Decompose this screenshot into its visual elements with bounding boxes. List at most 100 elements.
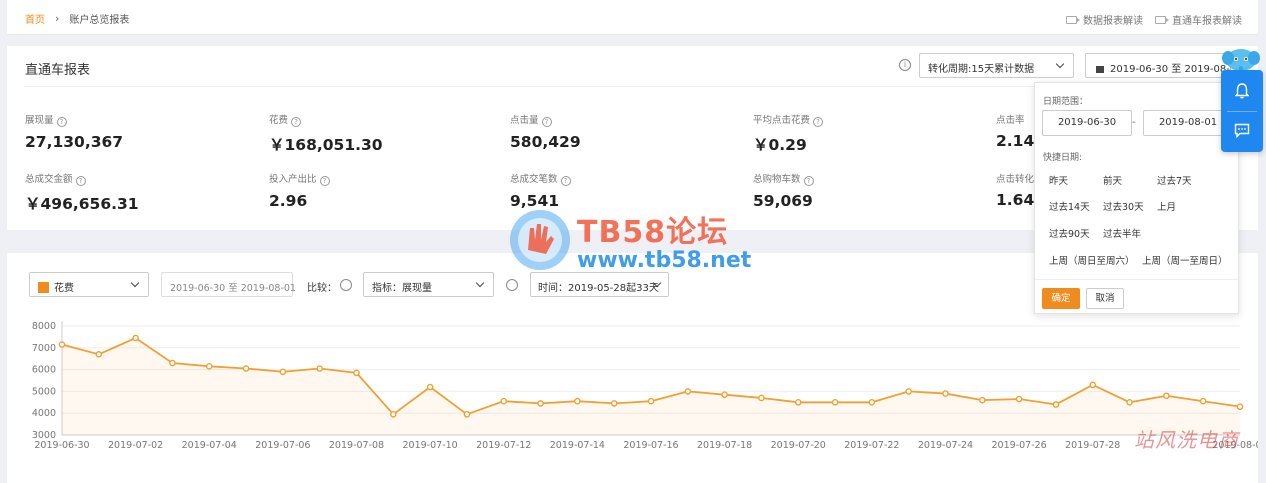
metric-impressions: 展现量? 27,130,367: [25, 112, 123, 151]
data-point: [1163, 392, 1170, 400]
quick-dates-label: 快捷日期:: [1043, 153, 1083, 163]
confirm-button[interactable]: 确定: [1042, 288, 1080, 309]
data-point: [684, 388, 692, 395]
metric-avg-cpc: 平均点击花费? ￥0.29: [753, 112, 824, 155]
help-icon[interactable]: ?: [56, 117, 67, 127]
x-tick-label: 2019-07-22: [844, 440, 899, 451]
quick-date-yesterday[interactable]: 昨天: [1049, 173, 1068, 187]
metric-total-orders: 总成交笔数? 9,541: [510, 171, 571, 210]
quick-date-last-week-mon[interactable]: 上周（周一至周日）: [1142, 253, 1228, 267]
x-tick-label: 2019-07-04: [182, 440, 237, 451]
data-point: [574, 397, 581, 405]
data-point: [758, 394, 765, 402]
date-range-label: 日期范围：: [1043, 97, 1089, 107]
metric-value: 1.64: [996, 191, 1035, 209]
metric-value: ￥496,656.31: [25, 195, 139, 213]
end-date-input[interactable]: 2019-08-01: [1143, 110, 1233, 136]
data-report-guide-label: 数据报表解读: [1083, 16, 1143, 27]
help-icon[interactable]: ?: [560, 176, 571, 186]
data-point: [58, 341, 66, 348]
data-point: [1089, 381, 1097, 389]
metric-label: 总成交金额: [25, 174, 73, 185]
video-icon: [1155, 15, 1169, 24]
data-point: [1126, 398, 1133, 406]
quick-date-last-week-sun[interactable]: 上周（周日至周六）: [1049, 253, 1135, 267]
help-icon[interactable]: ?: [291, 117, 302, 127]
chevron-down-icon: [1055, 59, 1065, 69]
date-range-button[interactable]: 2019-06-30 至 2019-08-01: [1085, 53, 1231, 78]
metric-roi: 投入产出比? 2.96: [269, 171, 330, 210]
y-tick-label: 4000: [32, 408, 56, 419]
y-tick-label: 5000: [32, 386, 56, 397]
metric-label: 平均点击花费: [753, 115, 811, 126]
quick-date-day-before[interactable]: 前天: [1103, 173, 1122, 187]
data-report-guide-link[interactable]: 数据报表解读: [1066, 12, 1143, 27]
data-point: [831, 398, 839, 406]
metric-total-cart: 总购物车数? 59,069: [753, 171, 814, 210]
breadcrumb: 首页 › 账户总览报表: [25, 11, 129, 26]
breadcrumb-home-link[interactable]: 首页: [25, 11, 45, 26]
metric-ctr: 点击率 2.14: [996, 112, 1034, 150]
data-point: [1052, 401, 1060, 408]
start-date-input[interactable]: 2019-06-30: [1042, 110, 1132, 136]
data-point: [316, 365, 323, 372]
data-point: [463, 410, 471, 418]
quick-date-last-month[interactable]: 上月: [1157, 199, 1176, 213]
metric-value: 580,429: [510, 133, 581, 151]
series-area: [62, 337, 1240, 435]
data-point: [1236, 403, 1244, 410]
data-point: [942, 390, 949, 397]
help-icon[interactable]: ?: [541, 117, 552, 127]
x-tick-label: 2019-07-18: [697, 440, 752, 451]
metric-label: 总成交笔数: [510, 174, 558, 185]
metric-value: 27,130,367: [25, 133, 124, 151]
help-icon[interactable]: ?: [319, 176, 330, 186]
data-point: [868, 398, 876, 406]
quick-date-last-7[interactable]: 过去7天: [1157, 173, 1192, 187]
breadcrumb-chevron-icon: ›: [55, 12, 60, 25]
help-icon[interactable]: ?: [813, 117, 824, 127]
watermark-url: www.tb58.net: [577, 248, 752, 273]
x-tick-label: 2019-07-08: [329, 440, 384, 451]
info-icon[interactable]: i: [899, 59, 911, 71]
help-icon[interactable]: ?: [803, 176, 814, 186]
quick-date-last-14[interactable]: 过去14天: [1049, 199, 1090, 213]
metric-cost: 花费? ￥168,051.30: [269, 112, 383, 155]
quick-date-last-90[interactable]: 过去90天: [1049, 226, 1090, 240]
metric-value: ￥168,051.30: [269, 136, 383, 154]
x-tick-label: 2019-07-02: [108, 440, 163, 451]
metric-total-gmv: 总成交金额? ￥496,656.31: [25, 171, 139, 214]
video-icon: [1066, 15, 1080, 24]
bell-icon[interactable]: [1235, 83, 1249, 99]
metric-value: 59,069: [753, 192, 813, 210]
data-point: [279, 368, 287, 376]
metric-clicks: 点击量? 580,429: [510, 112, 581, 151]
date-separator: -: [1132, 117, 1136, 128]
metric-value: 2.96: [269, 192, 308, 210]
top-links: 数据报表解读 直通车报表解读: [1066, 12, 1242, 27]
metric-label: 点击量: [510, 115, 539, 126]
tb58-logo-watermark: [510, 210, 570, 270]
help-icon[interactable]: ?: [75, 176, 86, 186]
report-title: 直通车报表: [25, 63, 91, 78]
chat-icon[interactable]: [1234, 123, 1250, 138]
cancel-button[interactable]: 取消: [1086, 288, 1124, 309]
metric-click-conversion: 点击转化 1.64: [996, 171, 1034, 209]
divider: [1035, 279, 1238, 280]
quick-date-last-30[interactable]: 过去30天: [1103, 199, 1144, 213]
data-point: [242, 365, 250, 372]
conversion-period-select[interactable]: 转化周期:15天累计数据: [919, 53, 1074, 78]
x-tick-label: 2019-07-10: [403, 440, 458, 451]
ztc-report-guide-link[interactable]: 直通车报表解读: [1155, 12, 1242, 27]
date-range-value: 2019-06-30 至 2019-08-01: [1110, 64, 1231, 75]
data-point: [647, 397, 655, 405]
metric-label: 点击率: [996, 115, 1025, 126]
metric-label: 展现量: [25, 115, 54, 126]
data-point: [390, 410, 397, 418]
data-point: [95, 351, 103, 358]
watermark-text: TB58论坛: [577, 215, 729, 250]
data-point: [500, 397, 508, 405]
x-tick-label: 2019-07-24: [918, 440, 973, 451]
y-tick-label: 8000: [32, 321, 56, 332]
quick-date-last-half-year[interactable]: 过去半年: [1103, 226, 1141, 240]
